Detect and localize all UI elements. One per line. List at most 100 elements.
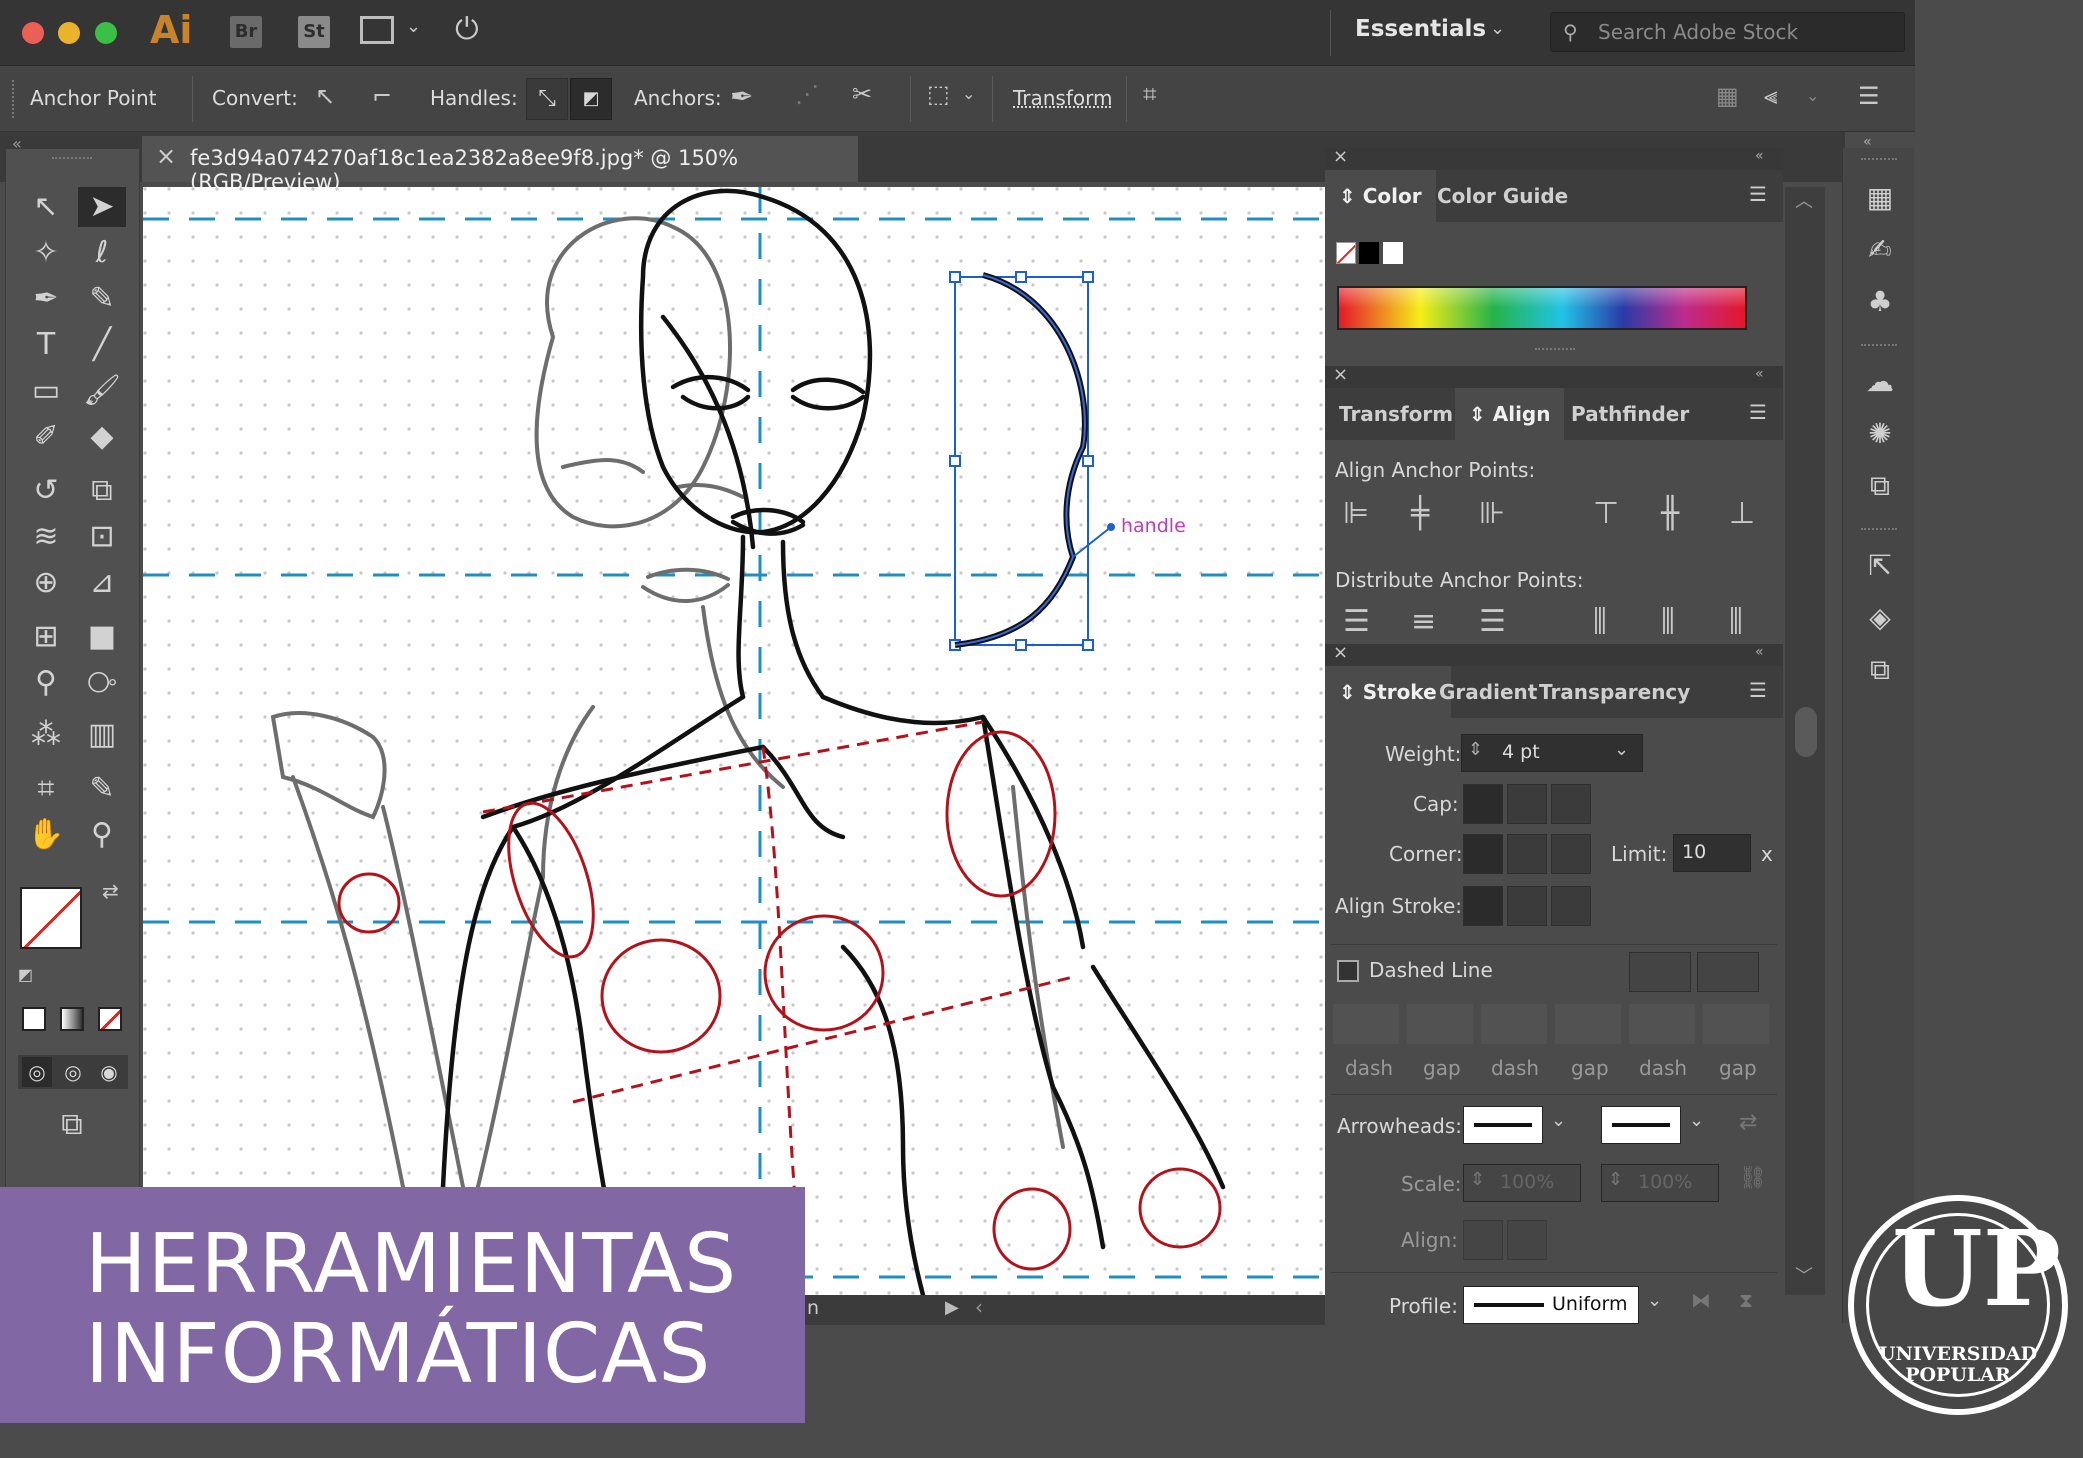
graphic-styles-icon[interactable]: ⧉ [1860, 466, 1900, 506]
gradient-mode-icon[interactable] [60, 1007, 84, 1031]
fill-none-swatch[interactable] [1336, 242, 1356, 264]
scroll-thumb[interactable] [1795, 707, 1817, 757]
artboard-canvas[interactable]: handle [143, 187, 1325, 1295]
chevron-down-icon[interactable]: ⌄ [962, 84, 975, 103]
black-swatch[interactable] [1359, 242, 1379, 264]
tab-pathfinder[interactable]: Pathfinder [1557, 388, 1703, 440]
symbol-sprayer-tool-icon[interactable]: ⁂ [22, 715, 70, 755]
symbols-icon[interactable]: ♣ [1860, 282, 1900, 322]
chevron-down-icon[interactable]: ⌄ [1689, 1110, 1704, 1131]
slice-tool-icon[interactable]: ✎ [78, 769, 126, 809]
tab-transform[interactable]: Transform [1325, 388, 1467, 440]
direct-selection-tool-icon[interactable]: ➤ [78, 187, 126, 227]
workspace-switcher[interactable]: Essentials [1355, 16, 1486, 42]
appearance-icon[interactable]: ✺ [1860, 414, 1900, 454]
tab-align[interactable]: ⇕ Align [1455, 388, 1565, 440]
distribute-top-icon[interactable]: ☰ [1343, 604, 1370, 639]
collapse-panel-icon[interactable]: « [1755, 644, 1764, 660]
distribute-hcenter-icon[interactable]: ⫼ [1661, 604, 1675, 639]
align-horizontal-center-icon[interactable]: ╪ [1411, 496, 1429, 531]
curvature-tool-icon[interactable]: ✎ [78, 279, 126, 319]
rotate-tool-icon[interactable]: ↺ [22, 471, 70, 511]
butt-cap-icon[interactable] [1463, 784, 1503, 824]
close-icon[interactable]: × [1333, 146, 1348, 167]
draw-normal-icon[interactable]: ◎ [22, 1057, 52, 1087]
panel-menu-icon[interactable]: ☰ [1749, 400, 1767, 424]
swatches-icon[interactable]: ▦ [1860, 178, 1900, 218]
free-transform-tool-icon[interactable]: ⊡ [78, 517, 126, 557]
chevron-down-icon[interactable]: ⌄ [1614, 739, 1629, 760]
hand-tool-icon[interactable]: ✋ [22, 815, 70, 855]
projecting-cap-icon[interactable] [1551, 784, 1591, 824]
align-stroke-center-icon[interactable] [1463, 886, 1503, 926]
vertical-scrollbar[interactable]: ︿ ﹀ [1785, 187, 1825, 1295]
align-bottom-icon[interactable]: ⊥ [1729, 496, 1755, 531]
chevron-down-icon[interactable]: ⌄ [1490, 18, 1505, 39]
distribute-vcenter-icon[interactable]: ≡ [1411, 604, 1436, 639]
line-tool-icon[interactable]: ╱ [78, 325, 126, 365]
tab-color[interactable]: ⇕ Color [1325, 170, 1436, 222]
zoom-tool-icon[interactable]: ⚲ [78, 815, 126, 855]
close-icon[interactable]: × [1333, 364, 1348, 385]
weight-field[interactable]: ⇕ 4 pt ⌄ [1461, 734, 1643, 772]
export-icon[interactable]: ⇱ [1860, 546, 1900, 586]
magic-wand-tool-icon[interactable]: ✧ [22, 233, 70, 273]
brushes-icon[interactable]: ✍ [1860, 230, 1900, 270]
transform-link[interactable]: Transform [1013, 86, 1112, 110]
remove-anchor-icon[interactable]: ✒ [730, 80, 753, 113]
align-stroke-inside-icon[interactable] [1507, 886, 1547, 926]
distribute-bottom-icon[interactable]: ☰ [1479, 604, 1506, 639]
bridge-button[interactable]: Br [230, 16, 262, 48]
chevron-down-icon[interactable]: ⌄ [1806, 86, 1819, 105]
none-mode-icon[interactable] [98, 1007, 122, 1031]
fill-swatch[interactable] [20, 887, 82, 949]
panel-menu-icon[interactable]: ☰ [1749, 182, 1767, 206]
layers-icon[interactable]: ◈ [1860, 598, 1900, 638]
close-window-button[interactable] [22, 22, 44, 44]
pen-tool-icon[interactable]: ✒ [22, 279, 70, 319]
collapse-dock-icon[interactable]: « [1863, 134, 1872, 150]
round-cap-icon[interactable] [1507, 784, 1547, 824]
draw-inside-icon[interactable]: ◉ [94, 1057, 124, 1087]
rectangle-tool-icon[interactable]: ▭ [22, 371, 70, 411]
close-icon[interactable]: × [1333, 642, 1348, 663]
blend-tool-icon[interactable]: ⧂ [78, 663, 126, 703]
white-swatch[interactable] [1383, 242, 1403, 264]
stock-search-input[interactable]: ⚲ Search Adobe Stock [1550, 12, 1905, 52]
default-colors-icon[interactable]: ◩ [18, 965, 33, 984]
panel-menu-icon[interactable]: ☰ [1749, 678, 1767, 702]
stepper-icon[interactable]: ⇕ [1468, 739, 1483, 760]
panel-menu-icon[interactable]: ☰ [1858, 82, 1880, 110]
shape-builder-tool-icon[interactable]: ⊕ [22, 563, 70, 603]
cut-path-icon[interactable]: ✂ [852, 80, 872, 108]
end-arrowhead-select[interactable] [1601, 1106, 1681, 1144]
hide-handles-icon[interactable]: ◩ [570, 78, 612, 120]
align-top-icon[interactable]: ⊤ [1593, 496, 1619, 531]
profile-select[interactable]: Uniform [1463, 1286, 1639, 1324]
perspective-grid-tool-icon[interactable]: ⊿ [78, 563, 126, 603]
start-arrowhead-select[interactable] [1463, 1106, 1543, 1144]
artboard-tool-icon[interactable]: ⌗ [22, 769, 70, 809]
convert-to-corner-icon[interactable]: ↖ [315, 82, 335, 110]
tab-transparency[interactable]: Transparency [1525, 666, 1704, 718]
reshape-icon[interactable]: ⌗ [1143, 80, 1157, 108]
artboards-icon[interactable]: ⧉ [1860, 650, 1900, 690]
column-graph-tool-icon[interactable]: ▥ [78, 715, 126, 755]
eyedropper-tool-icon[interactable]: ⚲ [22, 663, 70, 703]
align-left-icon[interactable]: ⊫ [1343, 496, 1369, 531]
document-tab[interactable]: × fe3d94a074270af18c1ea2382a8ee9f8.jpg* … [142, 136, 858, 194]
close-tab-icon[interactable]: × [156, 142, 176, 170]
chevron-down-icon[interactable]: ⌄ [406, 16, 421, 37]
width-tool-icon[interactable]: ≋ [22, 517, 70, 557]
gpu-performance-icon[interactable]: ⏻ [455, 12, 479, 47]
shaper-tool-icon[interactable]: ✐ [22, 417, 70, 457]
color-spectrum[interactable] [1337, 286, 1747, 330]
paintbrush-tool-icon[interactable]: 🖌 [78, 371, 126, 411]
scroll-down-icon[interactable]: ﹀ [1795, 1262, 1813, 1288]
round-join-icon[interactable] [1507, 834, 1547, 874]
type-tool-icon[interactable]: T [22, 325, 70, 365]
miter-join-icon[interactable] [1463, 834, 1503, 874]
selection-tool-icon[interactable]: ↖ [22, 187, 70, 227]
isolate-selection-icon[interactable]: ⬚ [927, 80, 950, 108]
gradient-tool-icon[interactable]: ■ [78, 617, 126, 657]
